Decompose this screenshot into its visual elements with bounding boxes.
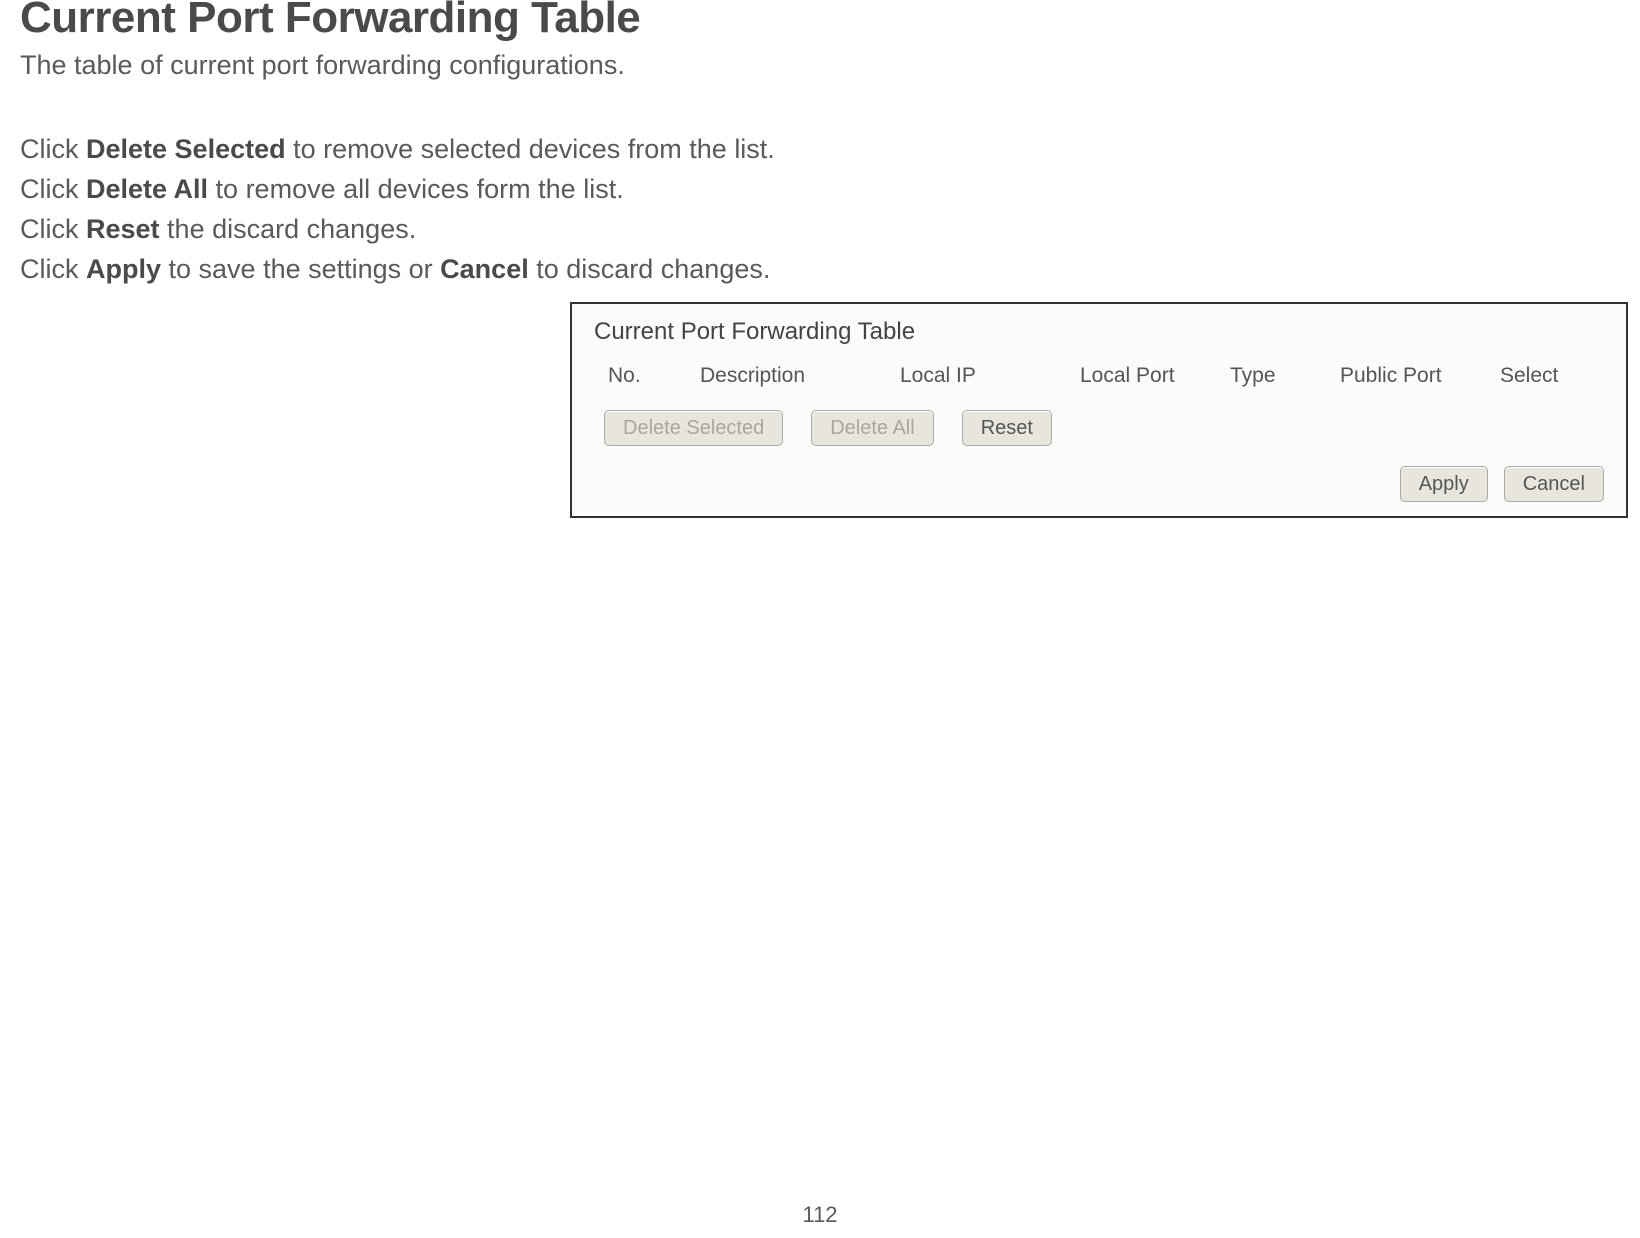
reset-button[interactable]: Reset <box>962 410 1052 446</box>
text-fragment: Click <box>20 134 86 164</box>
text-fragment: the discard changes. <box>160 214 417 244</box>
panel-title: Current Port Forwarding Table <box>594 318 1604 346</box>
top-button-row: Delete Selected Delete All Reset <box>604 410 1604 446</box>
instruction-delete-all: Click Delete All to remove all devices f… <box>20 171 1620 209</box>
text-fragment: Click <box>20 214 86 244</box>
table-header-row: No. Description Local IP Local Port Type… <box>608 364 1604 388</box>
instruction-apply-cancel: Click Apply to save the settings or Canc… <box>20 251 1620 289</box>
apply-button[interactable]: Apply <box>1400 466 1488 502</box>
port-forwarding-panel: Current Port Forwarding Table No. Descri… <box>570 302 1628 518</box>
col-header-local-ip: Local IP <box>900 364 1080 388</box>
text-fragment: to remove selected devices from the list… <box>286 134 775 164</box>
bold-delete-all: Delete All <box>86 174 208 204</box>
page-number: 112 <box>802 1202 837 1228</box>
bold-apply: Apply <box>86 254 161 284</box>
col-header-type: Type <box>1230 364 1340 388</box>
cancel-button[interactable]: Cancel <box>1504 466 1604 502</box>
page-title: Current Port Forwarding Table <box>20 0 1620 42</box>
col-header-local-port: Local Port <box>1080 364 1230 388</box>
col-header-description: Description <box>700 364 900 388</box>
col-header-no: No. <box>608 364 700 388</box>
text-fragment: Click <box>20 174 86 204</box>
text-fragment: to discard changes. <box>529 254 771 284</box>
text-fragment: to remove all devices form the list. <box>208 174 624 204</box>
col-header-select: Select <box>1500 364 1590 388</box>
text-fragment: to save the settings or <box>161 254 440 284</box>
bold-delete-selected: Delete Selected <box>86 134 286 164</box>
text-fragment: Click <box>20 254 86 284</box>
instruction-reset: Click Reset the discard changes. <box>20 211 1620 249</box>
bold-reset: Reset <box>86 214 160 244</box>
page-subtitle: The table of current port forwarding con… <box>20 50 1620 81</box>
instruction-delete-selected: Click Delete Selected to remove selected… <box>20 131 1620 169</box>
bottom-button-row: Apply Cancel <box>1400 466 1604 502</box>
col-header-public-port: Public Port <box>1340 364 1500 388</box>
delete-selected-button[interactable]: Delete Selected <box>604 410 783 446</box>
bold-cancel: Cancel <box>440 254 529 284</box>
instructions-block: Click Delete Selected to remove selected… <box>20 131 1620 288</box>
delete-all-button[interactable]: Delete All <box>811 410 934 446</box>
